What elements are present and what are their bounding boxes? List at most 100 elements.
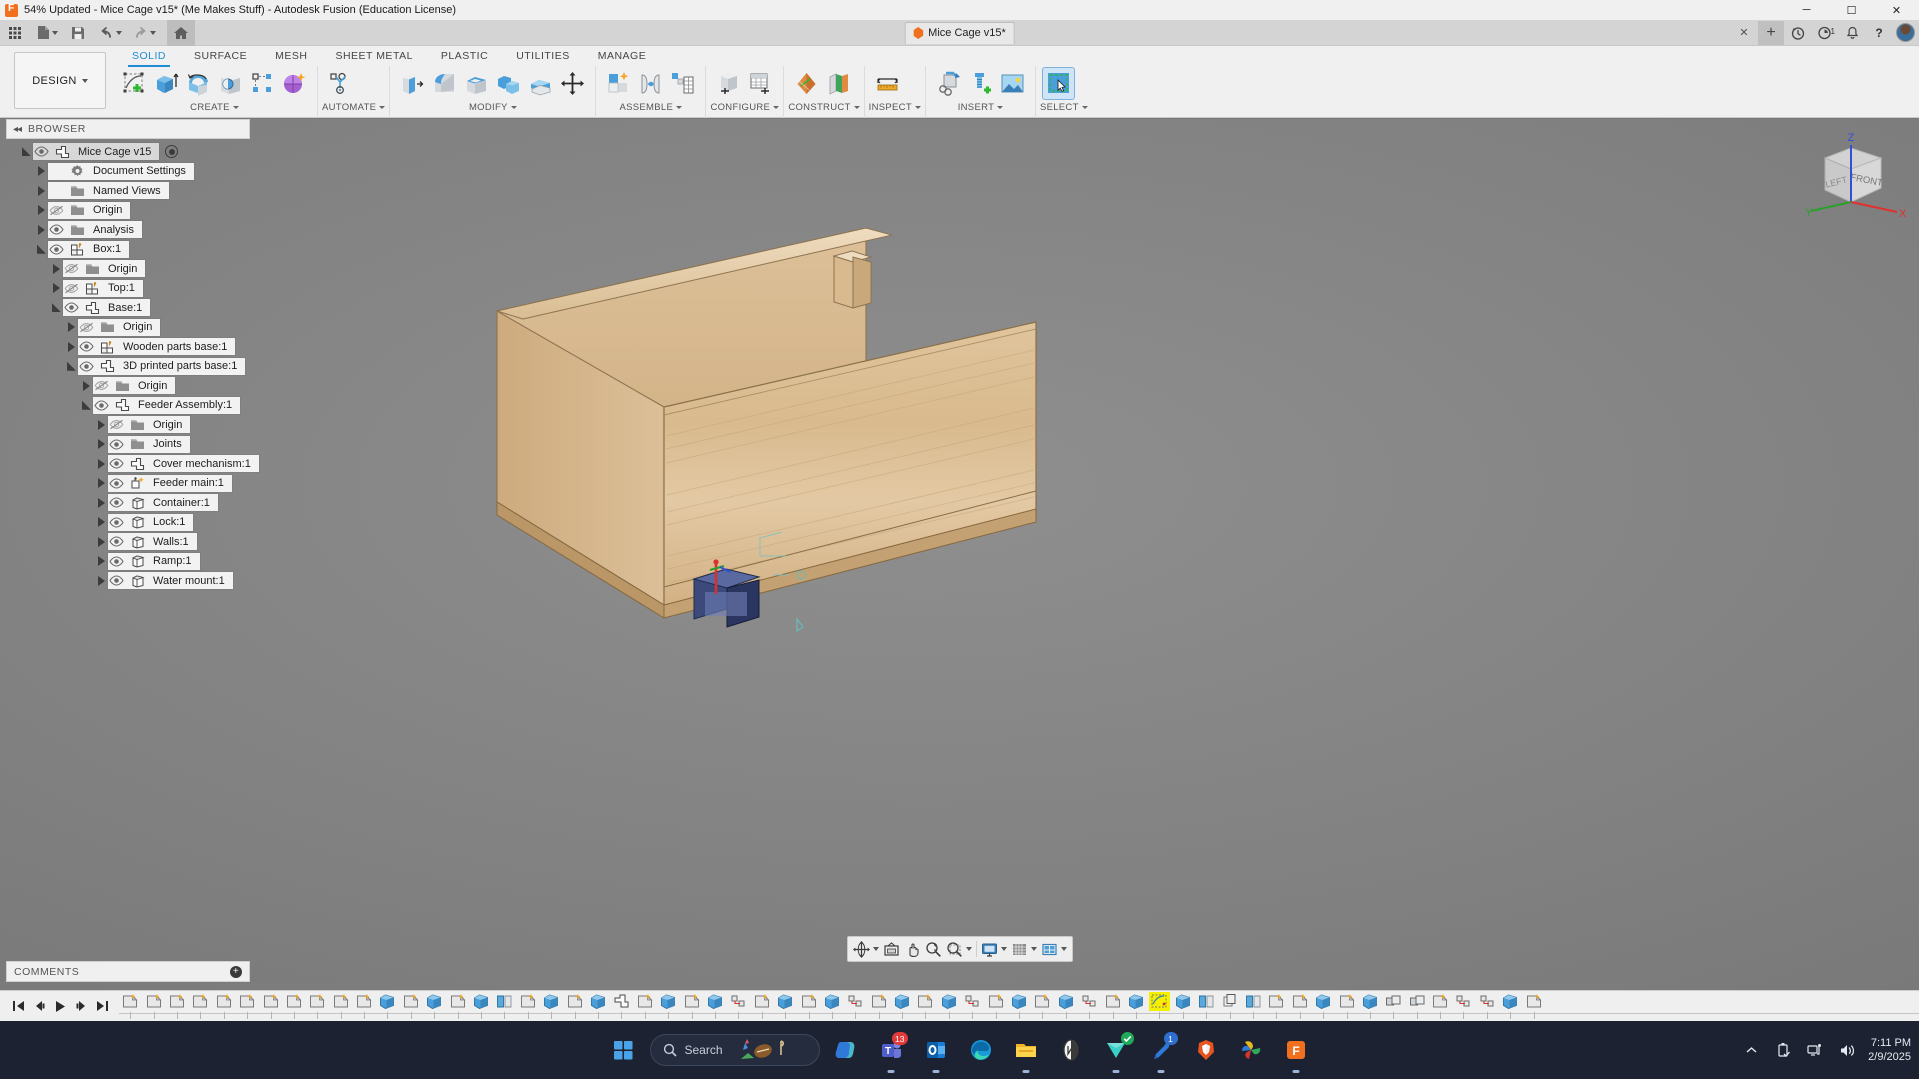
- active-component-radio[interactable]: [165, 145, 179, 159]
- chevron-down-icon[interactable]: [1060, 947, 1067, 951]
- tree-row[interactable]: Cover mechanism:1: [6, 454, 259, 474]
- new-file-icon[interactable]: [34, 20, 61, 46]
- search-input[interactable]: Search: [649, 1034, 820, 1066]
- timeline-node[interactable]: [938, 991, 961, 1022]
- fillet-icon[interactable]: [429, 68, 460, 99]
- timeline-node[interactable]: [961, 991, 984, 1022]
- tree-item-analysis[interactable]: Analysis: [48, 221, 142, 239]
- tree-row[interactable]: Document Settings: [6, 162, 250, 182]
- tree-row[interactable]: Origin: [6, 376, 250, 396]
- eye-visible-icon[interactable]: [78, 338, 95, 355]
- edge-icon[interactable]: [962, 1031, 1000, 1069]
- timeline-node[interactable]: [189, 991, 212, 1022]
- timeline-node[interactable]: [1289, 991, 1312, 1022]
- timeline-track[interactable]: [119, 991, 1919, 1022]
- eye-visible-icon[interactable]: [108, 572, 125, 589]
- tree-item-origin[interactable]: Origin: [108, 416, 191, 434]
- chevron-down-icon[interactable]: [965, 947, 972, 951]
- timeline-node[interactable]: [376, 991, 399, 1022]
- history-icon[interactable]: [1785, 21, 1811, 45]
- tree-item-origin[interactable]: Origin: [78, 318, 161, 336]
- eye-hidden-icon[interactable]: [93, 377, 110, 394]
- timeline-node[interactable]: [1359, 991, 1382, 1022]
- timeline-node[interactable]: [563, 991, 586, 1022]
- timeline-node[interactable]: [470, 991, 493, 1022]
- tree-item-water-mount-1[interactable]: Water mount:1: [108, 572, 233, 590]
- timeline-node[interactable]: [1242, 991, 1265, 1022]
- canvas-icon[interactable]: [997, 68, 1028, 99]
- expand-arrow-closed-icon[interactable]: [95, 455, 108, 472]
- expand-arrow-closed-icon[interactable]: [80, 377, 93, 394]
- combine-icon[interactable]: [493, 68, 524, 99]
- panel-modify-label[interactable]: MODIFY: [394, 100, 591, 115]
- design-canvas[interactable]: ◂◂ BROWSER Mice Cage v15 Document Setting…: [0, 119, 1919, 990]
- avatar[interactable]: [1896, 23, 1915, 42]
- timeline-node[interactable]: [119, 991, 142, 1022]
- tree-row[interactable]: Origin: [6, 318, 250, 338]
- tree-item-walls-1[interactable]: Walls:1: [108, 533, 197, 551]
- chevron-down-icon[interactable]: [1030, 947, 1037, 951]
- maximize-button[interactable]: ☐: [1829, 0, 1874, 20]
- chevron-down-icon[interactable]: [1000, 947, 1007, 951]
- tree-item-wooden-parts-base-1[interactable]: Wooden parts base:1: [78, 338, 236, 356]
- tree-row[interactable]: Origin: [6, 201, 250, 221]
- panel-automate-label[interactable]: AUTOMATE: [322, 100, 386, 115]
- network-icon[interactable]: [1804, 1039, 1826, 1061]
- tab-surface[interactable]: SURFACE: [180, 46, 261, 66]
- insert-mcmaster-icon[interactable]: [965, 68, 996, 99]
- windows-start-icon[interactable]: [605, 1031, 643, 1069]
- eye-visible-icon[interactable]: [108, 475, 125, 492]
- tree-item-ramp-1[interactable]: Ramp:1: [108, 552, 200, 570]
- timeline-node[interactable]: [1429, 991, 1452, 1022]
- tree-row[interactable]: Base:1: [6, 298, 250, 318]
- outlook-icon[interactable]: [917, 1031, 955, 1069]
- timeline-node[interactable]: [540, 991, 563, 1022]
- tree-row[interactable]: Feeder Assembly:1: [6, 396, 250, 416]
- timeline-node[interactable]: [493, 991, 516, 1022]
- eye-visible-icon[interactable]: [48, 221, 65, 238]
- panel-assemble-label[interactable]: ASSEMBLE: [600, 100, 701, 115]
- chevron-down-icon[interactable]: [116, 30, 122, 35]
- timeline-node[interactable]: [1476, 991, 1499, 1022]
- timeline-node[interactable]: [610, 991, 633, 1022]
- timeline-node[interactable]: [751, 991, 774, 1022]
- motion-study-icon[interactable]: [667, 68, 698, 99]
- expand-arrow-closed-icon[interactable]: [95, 533, 108, 550]
- workspace-selector[interactable]: DESIGN: [14, 52, 106, 109]
- expand-arrow-closed-icon[interactable]: [95, 514, 108, 531]
- joint-icon[interactable]: [635, 68, 666, 99]
- timeline-node[interactable]: [517, 991, 540, 1022]
- expand-arrow-closed-icon[interactable]: [95, 416, 108, 433]
- close-document-button[interactable]: ✕: [1731, 21, 1757, 45]
- timeline-node[interactable]: [1218, 991, 1241, 1022]
- timeline-node[interactable]: [844, 991, 867, 1022]
- model-mice-cage[interactable]: [470, 204, 1090, 684]
- tab-manage[interactable]: MANAGE: [584, 46, 661, 66]
- file-explorer-icon[interactable]: [1007, 1031, 1045, 1069]
- tree-item-origin[interactable]: Origin: [93, 377, 176, 395]
- timeline-node[interactable]: [423, 991, 446, 1022]
- onenote-icon[interactable]: [1052, 1031, 1090, 1069]
- job-status-icon[interactable]: 1: [1812, 21, 1838, 45]
- panel-construct-label[interactable]: CONSTRUCT: [788, 100, 860, 115]
- plane-at-angle-icon[interactable]: [823, 68, 854, 99]
- timeline-node[interactable]: [1008, 991, 1031, 1022]
- create-configuration-icon[interactable]: [713, 68, 744, 99]
- home-icon[interactable]: [167, 19, 195, 46]
- clock[interactable]: 7:11 PM 2/9/2025: [1868, 1036, 1911, 1064]
- expand-arrow-closed-icon[interactable]: [65, 319, 78, 336]
- timeline-node[interactable]: [1125, 991, 1148, 1022]
- grid-snap-icon[interactable]: [1009, 937, 1039, 961]
- tree-row[interactable]: Origin: [6, 415, 250, 435]
- chevron-down-icon[interactable]: [872, 947, 879, 951]
- timeline-node[interactable]: [1312, 991, 1335, 1022]
- extrude-icon[interactable]: [151, 68, 182, 99]
- tree-item-origin[interactable]: Origin: [48, 201, 131, 219]
- tree-row[interactable]: Mice Cage v15: [6, 142, 250, 162]
- timeline-node[interactable]: [797, 991, 820, 1022]
- timeline-node[interactable]: [727, 991, 750, 1022]
- tab-sheet-metal[interactable]: SHEET METAL: [321, 46, 426, 66]
- brave-icon[interactable]: [1187, 1031, 1225, 1069]
- comments-panel[interactable]: COMMENTS +: [6, 961, 250, 982]
- eye-visible-icon[interactable]: [93, 397, 110, 414]
